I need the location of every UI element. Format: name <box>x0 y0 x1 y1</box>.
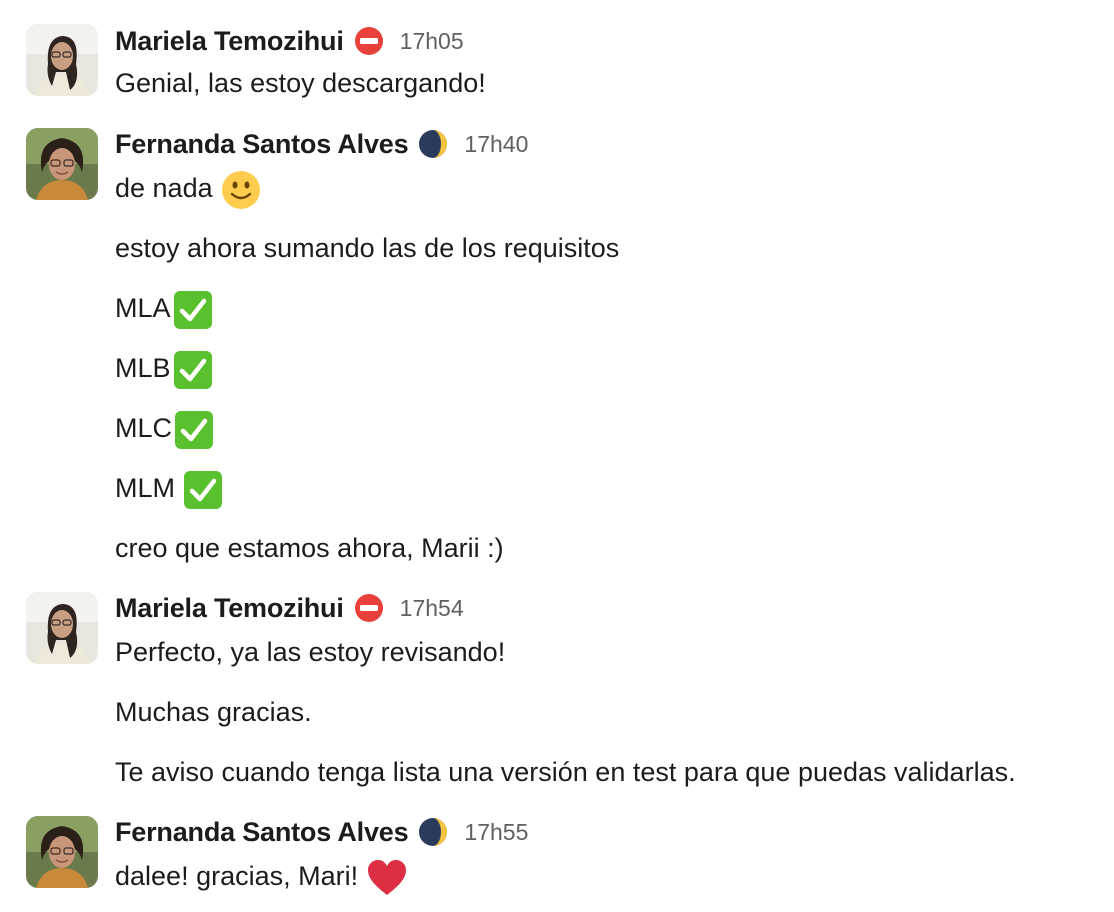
check-mark-icon <box>173 350 213 390</box>
message-header: Mariela Temozihui 17h05 <box>115 23 464 59</box>
message-text: MLB <box>115 350 213 390</box>
check-mark-icon <box>173 290 213 330</box>
message-text: dalee! gracias, Mari! <box>115 858 408 898</box>
message-header: Mariela Temozihui 17h54 <box>115 590 464 626</box>
no-entry-icon <box>354 593 384 623</box>
message-text: Perfecto, ya las estoy revisando! <box>115 637 506 667</box>
message-text: MLM <box>115 470 223 510</box>
message-text: creo que estamos ahora, Marii :) <box>115 533 504 563</box>
moon-icon <box>418 129 448 159</box>
moon-icon <box>418 817 448 847</box>
slightly-smiling-face-icon <box>221 170 261 210</box>
author-name[interactable]: Mariela Temozihui <box>115 26 344 57</box>
check-mark-icon <box>183 470 223 510</box>
no-entry-icon <box>354 26 384 56</box>
avatar[interactable] <box>26 592 98 664</box>
timestamp[interactable]: 17h55 <box>464 819 528 846</box>
red-heart-icon <box>366 858 408 898</box>
message-text: MLA <box>115 290 213 330</box>
message-header: Fernanda Santos Alves 17h40 <box>115 126 528 162</box>
avatar[interactable] <box>26 24 98 96</box>
avatar[interactable] <box>26 816 98 888</box>
check-mark-icon <box>174 410 214 450</box>
message-text: Genial, las estoy descargando! <box>115 68 486 98</box>
timestamp[interactable]: 17h05 <box>400 28 464 55</box>
message-header: Fernanda Santos Alves 17h55 <box>115 814 528 850</box>
message-text: Muchas gracias. <box>115 697 312 727</box>
author-name[interactable]: Fernanda Santos Alves <box>115 817 409 848</box>
message-text: de nada <box>115 170 261 210</box>
author-name[interactable]: Mariela Temozihui <box>115 593 344 624</box>
message-text: MLC <box>115 410 214 450</box>
avatar[interactable] <box>26 128 98 200</box>
message-text: Te aviso cuando tenga lista una versión … <box>115 757 1016 787</box>
message-text: estoy ahora sumando las de los requisito… <box>115 233 620 263</box>
timestamp[interactable]: 17h40 <box>464 131 528 158</box>
author-name[interactable]: Fernanda Santos Alves <box>115 129 409 160</box>
timestamp[interactable]: 17h54 <box>400 595 464 622</box>
